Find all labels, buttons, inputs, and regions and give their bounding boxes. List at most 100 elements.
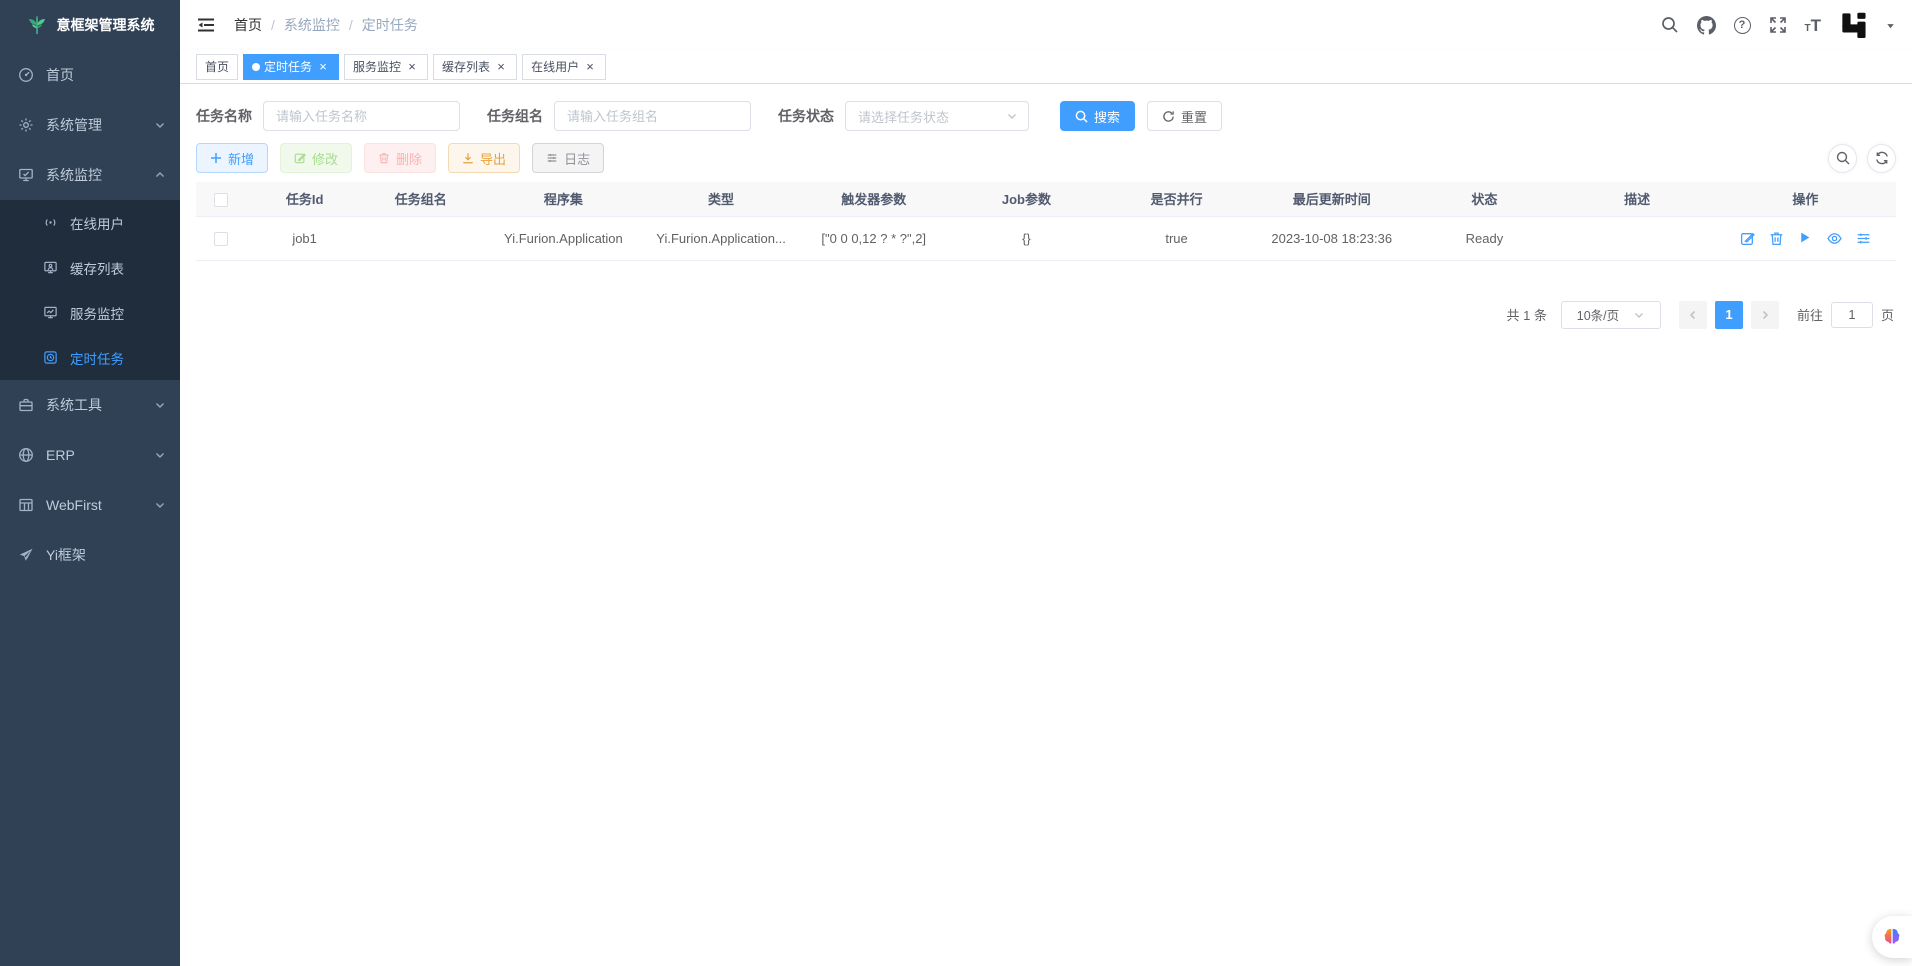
- search-button[interactable]: 搜索: [1060, 101, 1135, 131]
- sidebar-item-webfirst[interactable]: WebFirst: [0, 480, 180, 530]
- cell-job-params: {}: [954, 216, 1099, 260]
- tab-close-icon[interactable]: ×: [316, 60, 330, 74]
- user-avatar[interactable]: [1838, 9, 1874, 41]
- prev-page-button[interactable]: [1679, 301, 1707, 329]
- breadcrumb-home[interactable]: 首页: [234, 15, 262, 35]
- github-icon[interactable]: [1697, 16, 1716, 35]
- send-icon: [18, 547, 34, 563]
- task-status-select[interactable]: 请选择任务状态: [845, 101, 1029, 131]
- log-button[interactable]: 日志: [532, 143, 604, 173]
- next-page-button[interactable]: [1751, 301, 1779, 329]
- page-number-1[interactable]: 1: [1715, 301, 1743, 329]
- fullscreen-icon[interactable]: [1769, 16, 1788, 35]
- help-icon[interactable]: ?: [1733, 16, 1752, 35]
- header-search-icon[interactable]: [1661, 16, 1680, 35]
- cell-type: Yi.Furion.Application...: [648, 216, 793, 260]
- ai-assistant-button[interactable]: [1872, 916, 1912, 958]
- edit-button[interactable]: 修改: [280, 143, 352, 173]
- column-header[interactable]: 最后更新时间: [1254, 182, 1409, 216]
- chevron-up-icon: [154, 169, 166, 181]
- monitor-icon: [18, 167, 34, 183]
- column-header[interactable]: 任务Id: [246, 182, 363, 216]
- sidebar-item-system-monitor[interactable]: 系统监控: [0, 150, 180, 200]
- tab-label: 在线用户: [531, 58, 579, 75]
- column-header[interactable]: 类型: [648, 182, 793, 216]
- goto-page-input[interactable]: [1831, 302, 1873, 328]
- row-edit-icon[interactable]: [1740, 231, 1755, 246]
- chevron-right-icon: [1759, 309, 1771, 321]
- row-delete-icon[interactable]: [1769, 231, 1784, 246]
- page-content: 任务名称 任务组名 任务状态 请选择任务状态 搜索 重置: [180, 84, 1912, 966]
- sidebar-collapse-icon[interactable]: [196, 15, 216, 35]
- show-search-toggle-button[interactable]: [1828, 144, 1857, 173]
- service-monitor-icon: [42, 305, 58, 321]
- page-size-select[interactable]: 10条/页: [1561, 301, 1661, 329]
- plus-icon: [210, 152, 222, 164]
- tab-close-icon[interactable]: ×: [583, 60, 597, 74]
- row-checkbox[interactable]: [214, 232, 228, 246]
- tab-service-monitor[interactable]: 服务监控 ×: [344, 54, 428, 80]
- chevron-down-icon: [1633, 309, 1645, 321]
- column-header[interactable]: 描述: [1560, 182, 1715, 216]
- row-view-icon[interactable]: [1827, 231, 1842, 246]
- sidebar-item-system-tools[interactable]: 系统工具: [0, 380, 180, 430]
- goto-label: 前往: [1797, 305, 1823, 324]
- app-logo[interactable]: 意框架管理系统: [0, 0, 180, 50]
- search-form: 任务名称 任务组名 任务状态 请选择任务状态 搜索 重置: [196, 101, 1896, 131]
- cell-trigger-params: ["0 0 0,12 ? * ?",2]: [794, 216, 954, 260]
- task-name-input[interactable]: [263, 101, 460, 131]
- tab-home[interactable]: 首页: [196, 54, 238, 80]
- sidebar-item-online-users[interactable]: 在线用户: [0, 200, 180, 245]
- table-row[interactable]: job1 Yi.Furion.Application Yi.Furion.App…: [196, 216, 1896, 260]
- delete-button[interactable]: 删除: [364, 143, 436, 173]
- column-header[interactable]: 触发器参数: [794, 182, 954, 216]
- column-header[interactable]: 程序集: [478, 182, 648, 216]
- log-list-icon: [546, 152, 558, 164]
- sidebar-item-yi-framework[interactable]: Yi框架: [0, 530, 180, 580]
- submenu-system-monitor: 在线用户 缓存列表 服务监控: [0, 200, 180, 380]
- refresh-table-button[interactable]: [1867, 144, 1896, 173]
- chevron-down-icon: [154, 499, 166, 511]
- sidebar-item-system-management[interactable]: 系统管理: [0, 100, 180, 150]
- row-log-icon[interactable]: [1856, 231, 1871, 246]
- select-all-checkbox[interactable]: [214, 193, 228, 207]
- tab-scheduled-tasks[interactable]: 定时任务 ×: [243, 54, 339, 80]
- cell-status: Ready: [1409, 216, 1559, 260]
- tab-close-icon[interactable]: ×: [494, 60, 508, 74]
- breadcrumb-separator: /: [349, 17, 353, 33]
- sidebar-item-label: 首页: [46, 65, 74, 85]
- select-placeholder: 请选择任务状态: [858, 107, 1006, 126]
- refresh-icon: [1162, 110, 1175, 123]
- export-button[interactable]: 导出: [448, 143, 520, 173]
- task-group-input[interactable]: [554, 101, 751, 131]
- add-button[interactable]: 新增: [196, 143, 268, 173]
- reset-button[interactable]: 重置: [1147, 101, 1222, 131]
- sidebar-item-scheduled-tasks[interactable]: 定时任务: [0, 335, 180, 380]
- breadcrumb: 首页 / 系统监控 / 定时任务: [234, 15, 418, 35]
- avatar-caret-icon[interactable]: [1885, 20, 1896, 31]
- column-header[interactable]: 是否并行: [1099, 182, 1254, 216]
- column-header[interactable]: 状态: [1409, 182, 1559, 216]
- column-header[interactable]: 任务组名: [363, 182, 478, 216]
- row-run-icon[interactable]: [1798, 231, 1813, 246]
- chevron-down-icon: [1006, 110, 1018, 122]
- sidebar-item-service-monitor[interactable]: 服务监控: [0, 290, 180, 335]
- cell-updated-at: 2023-10-08 18:23:36: [1254, 216, 1409, 260]
- column-header[interactable]: 操作: [1715, 182, 1896, 216]
- pagination: 共 1 条 10条/页 1 前往 页: [196, 301, 1896, 329]
- font-size-icon[interactable]: TT: [1805, 17, 1822, 34]
- sidebar-item-cache-list[interactable]: 缓存列表: [0, 245, 180, 290]
- top-navbar: 首页 / 系统监控 / 定时任务 ?: [180, 0, 1912, 50]
- column-header[interactable]: Job参数: [954, 182, 1099, 216]
- sidebar-item-label: 系统监控: [46, 165, 102, 185]
- scheduled-task-icon: [42, 350, 58, 366]
- sidebar-item-home[interactable]: 首页: [0, 50, 180, 100]
- refresh-icon: [1875, 151, 1889, 165]
- sidebar-item-erp[interactable]: ERP: [0, 430, 180, 480]
- tab-cache-list[interactable]: 缓存列表 ×: [433, 54, 517, 80]
- task-name-label: 任务名称: [196, 106, 252, 126]
- app-window: 意框架管理系统 首页 系统管理: [0, 0, 1912, 966]
- tab-close-icon[interactable]: ×: [405, 60, 419, 74]
- tab-online-users[interactable]: 在线用户 ×: [522, 54, 606, 80]
- task-status-label: 任务状态: [778, 106, 834, 126]
